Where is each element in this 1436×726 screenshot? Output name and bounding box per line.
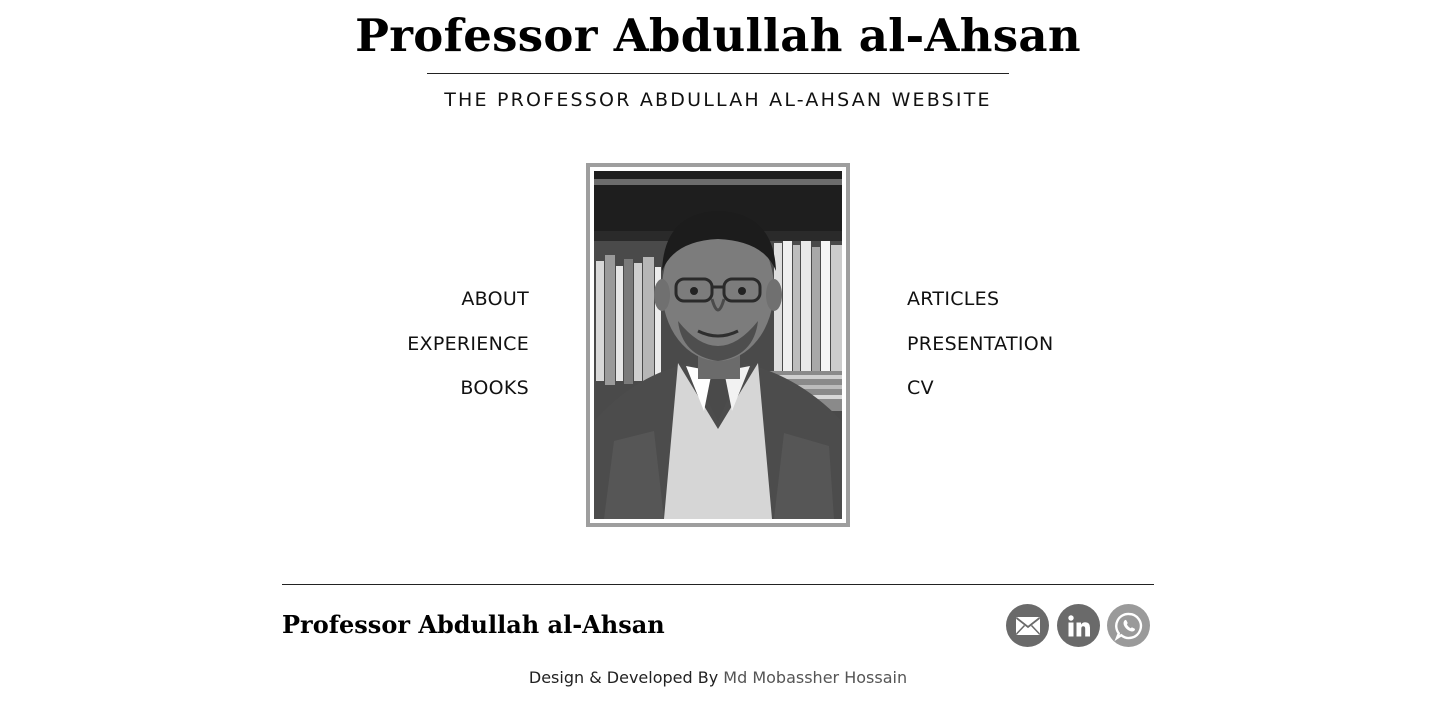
linkedin-button[interactable] bbox=[1057, 604, 1100, 647]
site-title: Professor Abdullah al-Ahsan bbox=[355, 9, 1081, 62]
footer-credits: Design & Developed By Md Mobassher Hossa… bbox=[0, 667, 1436, 689]
nav-left: ABOUT EXPERIENCE BOOKS bbox=[407, 284, 529, 418]
whatsapp-button[interactable] bbox=[1107, 604, 1150, 647]
nav-experience[interactable]: EXPERIENCE bbox=[407, 329, 529, 359]
portrait-image bbox=[594, 171, 842, 519]
nav-articles[interactable]: ARTICLES bbox=[907, 284, 1054, 314]
portrait-photo bbox=[594, 171, 842, 519]
site-tagline: THE PROFESSOR ABDULLAH AL-AHSAN WEBSITE bbox=[444, 89, 992, 111]
portrait-frame bbox=[586, 163, 850, 527]
linkedin-icon bbox=[1067, 614, 1090, 636]
credits-prefix: Design & Developed By bbox=[528, 668, 719, 687]
nav-presentation[interactable]: PRESENTATION bbox=[907, 329, 1054, 359]
nav-right: ARTICLES PRESENTATION CV bbox=[907, 284, 1054, 418]
footer-divider bbox=[282, 584, 1154, 585]
whatsapp-icon bbox=[1114, 612, 1142, 641]
mail-icon bbox=[1015, 616, 1040, 635]
title-divider bbox=[427, 73, 1009, 74]
nav-cv[interactable]: CV bbox=[907, 373, 1054, 403]
mail-button[interactable] bbox=[1006, 604, 1049, 647]
credits-author-link[interactable]: Md Mobassher Hossain bbox=[723, 668, 907, 687]
footer-name: Professor Abdullah al-Ahsan bbox=[282, 610, 665, 639]
nav-books[interactable]: BOOKS bbox=[407, 373, 529, 403]
nav-about[interactable]: ABOUT bbox=[407, 284, 529, 314]
